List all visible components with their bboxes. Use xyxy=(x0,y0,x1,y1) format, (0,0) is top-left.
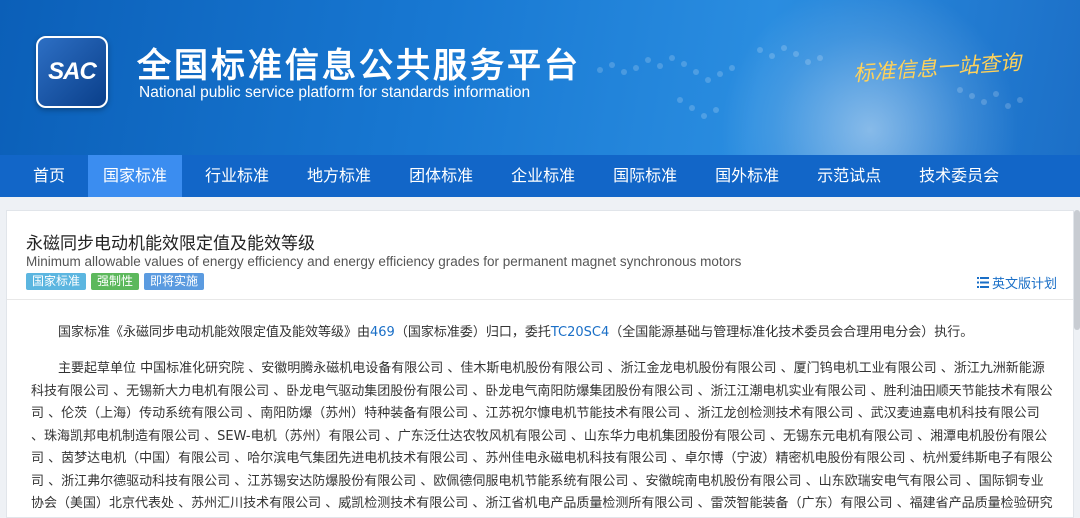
standard-title-en: Minimum allowable values of energy effic… xyxy=(26,254,742,269)
nav-item-industry-standards[interactable]: 行业标准 xyxy=(190,155,284,197)
nav-item-foreign-standards[interactable]: 国外标准 xyxy=(700,155,794,197)
english-version-plan-label: 英文版计划 xyxy=(991,277,1057,292)
intro-prefix: 国家标准《永磁同步电动机能效限定值及能效等级》由 xyxy=(58,325,371,340)
committee-code-link[interactable]: 469 xyxy=(370,325,395,340)
page-scrollbar[interactable] xyxy=(1074,210,1080,330)
badge-national-standard: 国家标准 xyxy=(26,273,87,290)
divider xyxy=(7,299,1073,300)
nav-item-pilot-demonstration[interactable]: 示范试点 xyxy=(802,155,896,197)
english-version-plan-link[interactable]: 英文版计划 xyxy=(976,273,1057,292)
standard-detail-card: 永磁同步电动机能效限定值及能效等级 Minimum allowable valu… xyxy=(6,210,1074,518)
nav-item-technical-committees[interactable]: 技术委员会 xyxy=(904,155,1014,197)
nav-item-international-standards[interactable]: 国际标准 xyxy=(598,155,692,197)
header-banner: SAC 全国标准信息公共服务平台 National public service… xyxy=(0,0,1080,155)
nav-item-national-standards[interactable]: 国家标准 xyxy=(88,155,183,197)
nav-item-home[interactable]: 首页 xyxy=(18,155,80,197)
list-icon xyxy=(976,277,989,288)
site-title: 全国标准信息公共服务平台 xyxy=(137,46,581,86)
nav-item-group-standards[interactable]: 团体标准 xyxy=(394,155,488,197)
site-subtitle: National public service platform for sta… xyxy=(139,84,531,101)
main-nav: 首页 国家标准 行业标准 地方标准 团体标准 企业标准 国际标准 国外标准 示范… xyxy=(0,155,1080,197)
drafters-paragraph: 主要起草单位 中国标准化研究院 、安徽明腾永磁机电设备有限公司 、佳木斯电机股份… xyxy=(31,361,1053,511)
standard-title-cn: 永磁同步电动机能效限定值及能效等级 xyxy=(26,234,315,254)
sac-logo[interactable]: SAC xyxy=(36,36,108,108)
tc-code-link[interactable]: TC20SC4 xyxy=(551,325,609,340)
intro-suffix: （全国能源基础与管理标准化技术委员会合理用电分会）执行。 xyxy=(609,325,974,340)
nav-item-enterprise-standards[interactable]: 企业标准 xyxy=(496,155,590,197)
intro-mid: （国家标准委）归口，委托 xyxy=(394,325,551,340)
intro-paragraph: 国家标准《永磁同步电动机能效限定值及能效等级》由469（国家标准委）归口，委托T… xyxy=(31,322,1055,345)
status-badges: 国家标准 强制性 即将实施 xyxy=(26,273,205,290)
badge-upcoming: 即将实施 xyxy=(144,273,205,290)
badge-mandatory: 强制性 xyxy=(91,273,140,290)
nav-item-local-standards[interactable]: 地方标准 xyxy=(292,155,386,197)
